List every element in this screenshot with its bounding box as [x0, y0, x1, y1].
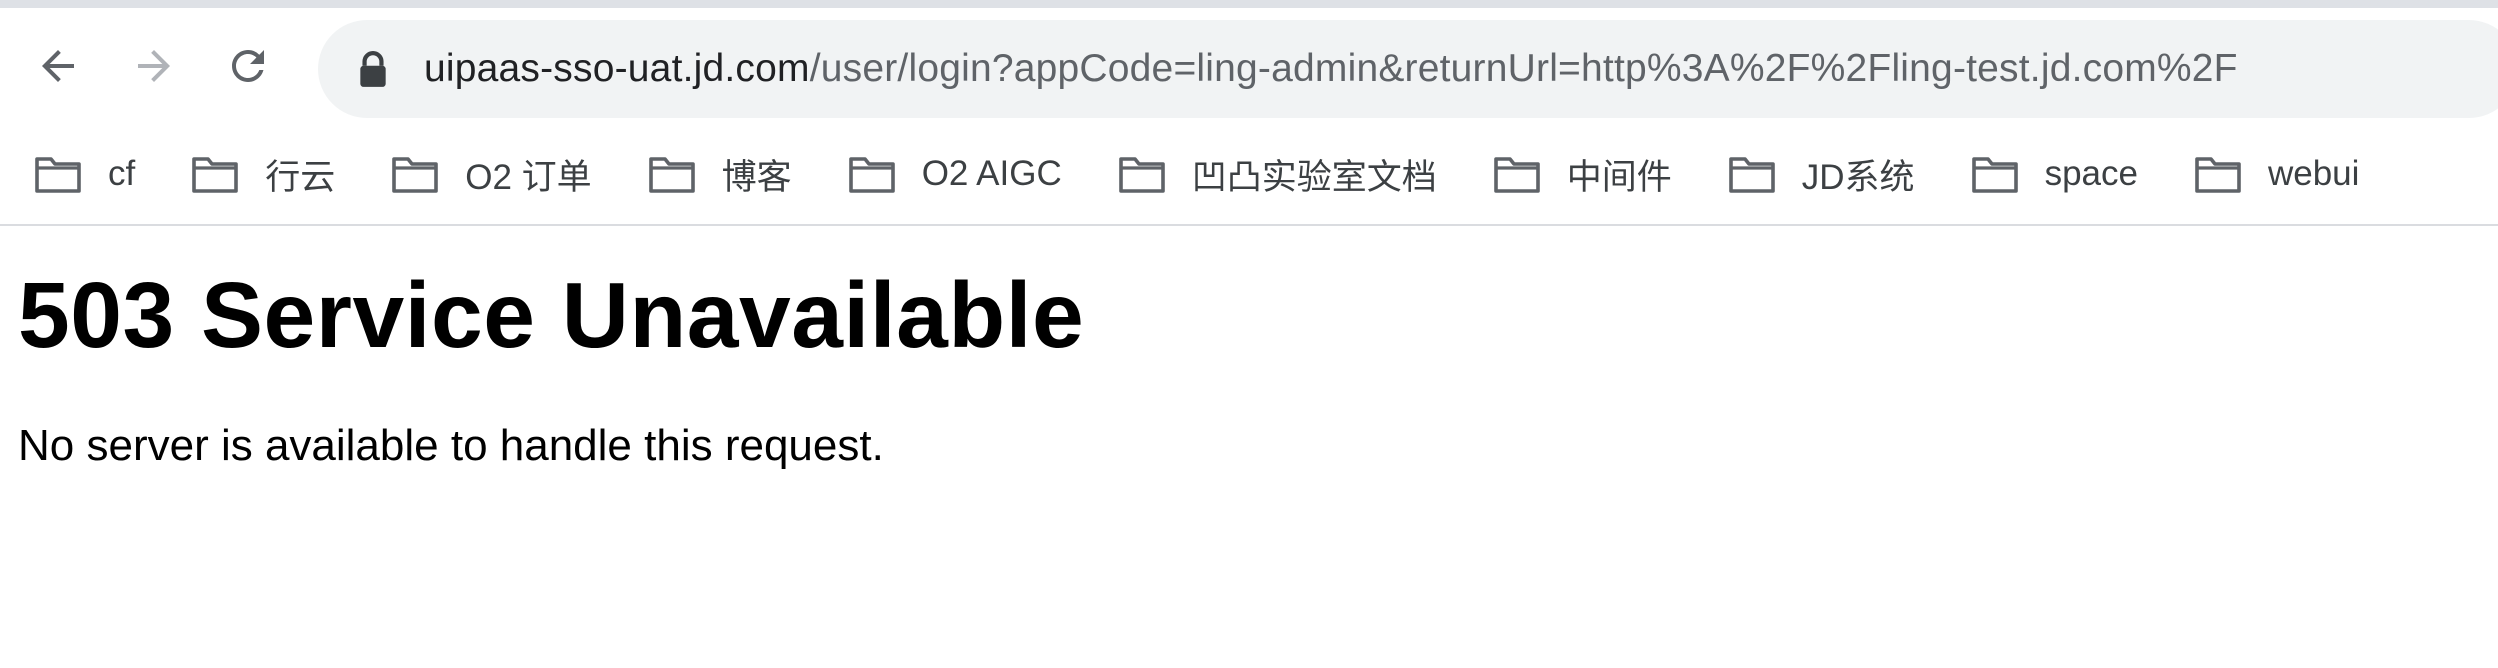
folder-icon: [1493, 157, 1540, 193]
bookmark-middleware[interactable]: 中间件: [1459, 144, 1690, 204]
folder-icon: [192, 157, 239, 193]
bookmark-label: cf: [108, 154, 136, 193]
url-path: /user/login?appCode=ling-admin&returnUrl…: [809, 47, 2238, 90]
bookmark-label: 博客: [721, 157, 792, 197]
bookmarks-bar: cf 行云 O2 订单 博客 O2 AIGC 凹凸实验室文档 中间件 JD系统 …: [0, 134, 2498, 214]
bookmark-space[interactable]: space: [1937, 144, 2156, 204]
bookmark-label: space: [2044, 154, 2138, 193]
bookmark-o2-aigc[interactable]: O2 AIGC: [814, 144, 1080, 204]
arrow-left-icon: [42, 50, 74, 82]
page-content: 503 Service Unavailable No server is ava…: [18, 226, 2478, 471]
bookmark-o2-orders[interactable]: O2 订单: [357, 144, 609, 204]
reload-icon: [232, 50, 264, 82]
bookmark-aotu-lab-docs[interactable]: 凹凸实验室文档: [1084, 144, 1455, 204]
bookmark-label: 中间件: [1566, 157, 1672, 197]
bookmark-blog[interactable]: 博客: [614, 144, 810, 204]
address-bar[interactable]: uipaas-sso-uat.jd.com/user/login?appCode…: [318, 20, 2498, 118]
folder-icon: [848, 157, 895, 193]
bookmark-label: 凹凸实验室文档: [1191, 157, 1437, 197]
folder-icon: [35, 157, 81, 193]
forward-button[interactable]: [118, 30, 190, 102]
back-button[interactable]: [22, 30, 94, 102]
page-title: 503 Service Unavailable: [18, 263, 1085, 367]
folder-icon: [392, 157, 439, 193]
folder-icon: [1728, 157, 1775, 193]
folder-icon: [1971, 157, 2018, 193]
browser-top-strip: [0, 0, 2498, 8]
folder-icon: [648, 157, 695, 193]
url-host: uipaas-sso-uat.jd.com: [424, 47, 810, 90]
bookmark-cf[interactable]: cf: [0, 144, 153, 204]
url-text[interactable]: uipaas-sso-uat.jd.com/user/login?appCode…: [424, 47, 2238, 91]
arrow-right-icon: [138, 50, 170, 82]
bookmark-webui[interactable]: webui: [2160, 144, 2377, 204]
bookmark-label: webui: [2267, 154, 2360, 193]
bookmark-jd-systems[interactable]: JD系统: [1694, 144, 1933, 204]
bookmark-xingyun[interactable]: 行云: [157, 144, 353, 204]
folder-icon: [2195, 157, 2241, 193]
reload-button[interactable]: [212, 30, 284, 102]
bookmark-label: O2 AIGC: [921, 154, 1062, 193]
folder-icon: [1118, 157, 1165, 193]
browser-toolbar: uipaas-sso-uat.jd.com/user/login?appCode…: [0, 8, 2498, 122]
error-message: No server is available to handle this re…: [18, 421, 884, 470]
lock-icon[interactable]: [358, 49, 388, 89]
bookmark-label: O2 订单: [465, 157, 592, 197]
bookmark-label: 行云: [265, 157, 336, 197]
bookmark-label: JD系统: [1801, 157, 1915, 197]
